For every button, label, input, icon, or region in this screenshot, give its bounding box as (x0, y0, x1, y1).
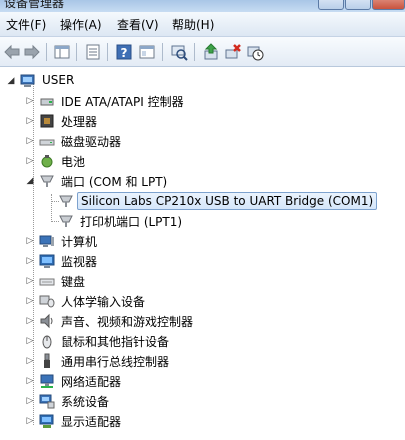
keyboard-icon (39, 278, 55, 286)
system-device-icon (39, 394, 55, 409)
toolbar-separator (76, 43, 77, 61)
menu-help[interactable]: 帮助(H) (172, 16, 214, 33)
display-adapter-icon (39, 414, 54, 428)
menu-view[interactable]: 查看(V) (117, 16, 159, 33)
expand-arrow-icon[interactable]: ▷ (25, 355, 35, 367)
tree-label: USER (42, 73, 75, 87)
computer-icon (20, 74, 35, 87)
tree-item-ide[interactable]: ▷ IDE ATA/ATAPI 控制器 (0, 91, 405, 111)
tree-item-system-devices[interactable]: ▷ 系统设备 (0, 391, 405, 411)
expand-arrow-icon[interactable]: ▷ (25, 235, 35, 247)
expand-arrow-icon[interactable]: ▷ (25, 335, 35, 347)
help-icon[interactable]: ? (115, 43, 133, 61)
forward-icon[interactable] (23, 43, 41, 61)
tree-item-computer[interactable]: ▷ 计算机 (0, 231, 405, 251)
tree-label: 端口 (COM 和 LPT) (61, 175, 168, 189)
tree-item-disk-drives[interactable]: ▷ 磁盘驱动器 (0, 131, 405, 151)
monitor-icon (39, 254, 55, 268)
hid-icon (39, 295, 55, 308)
computer-category-icon (39, 235, 54, 247)
tree-label: 监视器 (61, 255, 98, 269)
toolbar-separator (162, 43, 163, 61)
disable-icon[interactable] (246, 43, 264, 61)
back-icon[interactable] (3, 43, 21, 61)
tree-label: 磁盘驱动器 (61, 135, 122, 149)
toolbar: ? (0, 37, 405, 67)
printer-port-icon (59, 215, 73, 227)
close-button[interactable] (372, 0, 405, 10)
tree-label: 网络适配器 (61, 375, 122, 389)
expand-arrow-icon[interactable]: ▷ (25, 155, 35, 167)
collapse-arrow-icon[interactable]: ◢ (25, 175, 35, 187)
port-icon (40, 175, 54, 187)
svg-text:?: ? (121, 46, 128, 60)
tree-label: 键盘 (61, 275, 86, 289)
tree-item-display-adapters[interactable]: ▷ 显示适配器 (0, 411, 405, 431)
tree-label: 显示适配器 (61, 415, 122, 429)
tree-root[interactable]: ◢ USER (0, 71, 405, 91)
usb-icon (44, 353, 50, 368)
tree-item-ports[interactable]: ◢ 端口 (COM 和 LPT) (0, 171, 405, 191)
expand-arrow-icon[interactable]: ▷ (25, 415, 35, 427)
expand-arrow-icon[interactable]: ▷ (25, 315, 35, 327)
title-bar: 设备管理器 (0, 0, 405, 12)
toolbar-separator (107, 43, 108, 61)
properties-icon[interactable] (84, 43, 102, 61)
tree-item-battery[interactable]: ▷ 电池 (0, 151, 405, 171)
ide-controller-icon (40, 98, 54, 106)
battery-icon (41, 155, 53, 168)
collapse-arrow-icon[interactable]: ◢ (6, 75, 16, 87)
tree-item-printer-port-lpt1[interactable]: 打印机端口 (LPT1) (0, 211, 405, 231)
expand-arrow-icon[interactable]: ▷ (25, 395, 35, 407)
menu-file[interactable]: 文件(F) (6, 16, 46, 33)
tree-item-silicon-labs-com1[interactable]: Silicon Labs CP210x USB to UART Bridge (… (0, 191, 405, 211)
maximize-button[interactable] (345, 0, 371, 10)
view-icon[interactable] (138, 43, 156, 61)
menu-action[interactable]: 操作(A) (60, 16, 102, 33)
tree-item-processor[interactable]: ▷ 处理器 (0, 111, 405, 131)
uninstall-icon[interactable] (224, 43, 242, 61)
tree-label: 电池 (61, 155, 86, 169)
tree-label: 声音、视频和游戏控制器 (61, 315, 194, 329)
tree-label: Silicon Labs CP210x USB to UART Bridge (… (77, 192, 378, 210)
expand-arrow-icon[interactable]: ▷ (25, 115, 35, 127)
toolbar-separator (46, 43, 47, 61)
minimize-button[interactable] (318, 0, 344, 10)
tree-item-hid[interactable]: ▷ 人体学输入设备 (0, 291, 405, 311)
device-tree: ◢ USER ▷ IDE ATA/ATAPI 控制器 ▷ 处理器 ▷ 磁盘驱动器… (0, 67, 405, 440)
tree-label: 处理器 (61, 115, 98, 129)
tree-item-usb[interactable]: ▷ 通用串行总线控制器 (0, 351, 405, 371)
tree-label: 系统设备 (61, 395, 110, 409)
tree-label: IDE ATA/ATAPI 控制器 (61, 95, 184, 109)
mouse-icon (42, 335, 52, 349)
tree-label: 计算机 (61, 235, 98, 249)
expand-arrow-icon[interactable]: ▷ (25, 375, 35, 387)
tree-item-mice[interactable]: ▷ 鼠标和其他指针设备 (0, 331, 405, 351)
show-hide-console-tree-icon[interactable] (53, 43, 71, 61)
sound-icon (40, 313, 53, 329)
tree-label: 鼠标和其他指针设备 (61, 335, 170, 349)
tree-label: 通用串行总线控制器 (61, 355, 170, 369)
expand-arrow-icon[interactable]: ▷ (25, 255, 35, 267)
toolbar-separator (194, 43, 195, 61)
tree-item-sound[interactable]: ▷ 声音、视频和游戏控制器 (0, 311, 405, 331)
scan-hardware-icon[interactable] (170, 43, 188, 61)
processor-icon (40, 114, 54, 128)
tree-label: 人体学输入设备 (61, 295, 146, 309)
expand-arrow-icon[interactable]: ▷ (25, 135, 35, 147)
update-driver-icon[interactable] (202, 43, 220, 61)
expand-arrow-icon[interactable]: ▷ (25, 295, 35, 307)
expand-arrow-icon[interactable]: ▷ (25, 95, 35, 107)
tree-item-keyboards[interactable]: ▷ 键盘 (0, 271, 405, 291)
expand-arrow-icon[interactable]: ▷ (25, 275, 35, 287)
tree-item-monitors[interactable]: ▷ 监视器 (0, 251, 405, 271)
tree-label: 打印机端口 (LPT1) (80, 215, 183, 229)
port-device-icon (59, 195, 73, 207)
disk-drive-icon (39, 139, 55, 146)
tree-item-network-adapters[interactable]: ▷ 网络适配器 (0, 371, 405, 391)
network-adapter-icon (40, 374, 54, 388)
menu-bar: 文件(F) 操作(A) 查看(V) 帮助(H) (0, 12, 405, 37)
window-title: 设备管理器 (4, 0, 65, 10)
